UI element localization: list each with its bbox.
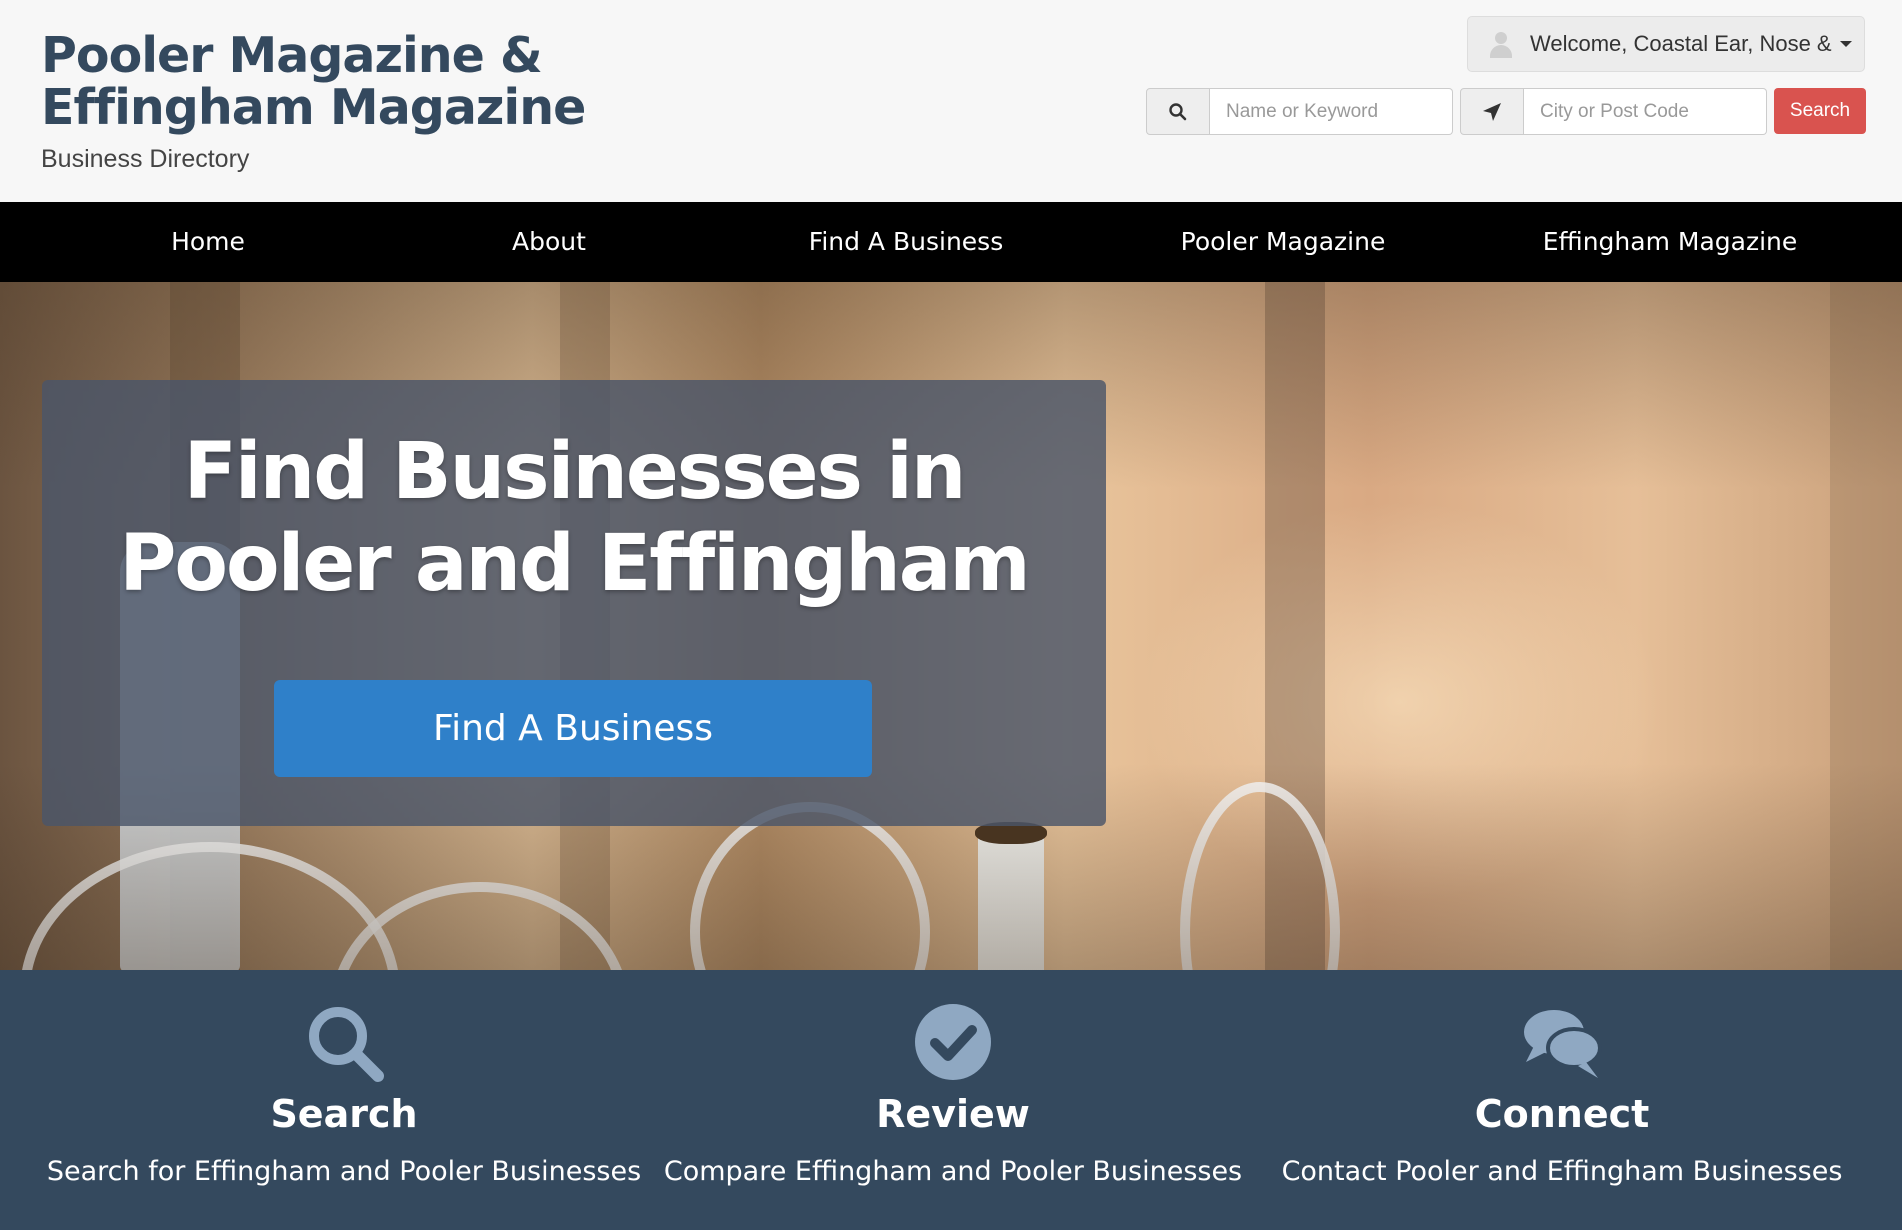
feature-title: Review: [876, 1092, 1030, 1136]
search-icon: [309, 1007, 384, 1082]
user-menu-dropdown[interactable]: Welcome, Coastal Ear, Nose &: [1467, 16, 1865, 72]
site-header: Pooler Magazine & Effingham Magazine Bus…: [0, 0, 1902, 202]
chat-bubbles-icon: [1524, 1010, 1602, 1078]
search-button[interactable]: Search: [1774, 88, 1866, 134]
feature-description: Compare Effingham and Pooler Businesses: [663, 1156, 1243, 1187]
site-title[interactable]: Pooler Magazine & Effingham Magazine: [41, 30, 801, 134]
find-a-business-button[interactable]: Find A Business: [274, 680, 872, 777]
feature-title: Search: [270, 1092, 418, 1136]
feature-description: Search for Effingham and Pooler Business…: [46, 1156, 642, 1187]
feature-description: Contact Pooler and Effingham Businesses: [1281, 1156, 1843, 1187]
hero-banner: Find Businesses in Pooler and Effingham …: [0, 282, 1902, 970]
welcome-text: Welcome, Coastal Ear, Nose &: [1530, 31, 1832, 56]
keyword-input[interactable]: [1210, 88, 1453, 135]
feature-connect: Connect Contact Pooler and Effingham Bus…: [1245, 970, 1879, 1230]
nav-item-home[interactable]: Home: [108, 202, 308, 282]
hero-callout: Find Businesses in Pooler and Effingham …: [42, 380, 1106, 826]
features-section: Search Search for Effingham and Pooler B…: [0, 970, 1902, 1230]
chevron-down-icon: [1839, 41, 1852, 47]
search-icon: [1146, 88, 1210, 135]
location-input[interactable]: [1524, 88, 1767, 135]
feature-search: Search Search for Effingham and Pooler B…: [27, 970, 661, 1230]
nav-item-about[interactable]: About: [449, 202, 649, 282]
main-nav: Home About Find A Business Pooler Magazi…: [0, 202, 1902, 282]
user-avatar-icon: [1488, 30, 1514, 58]
nav-item-pooler-magazine[interactable]: Pooler Magazine: [1143, 202, 1423, 282]
hero-title: Find Businesses in Pooler and Effingham: [119, 427, 1030, 609]
feature-review: Review Compare Effingham and Pooler Busi…: [636, 970, 1270, 1230]
nav-item-find-a-business[interactable]: Find A Business: [766, 202, 1046, 282]
nav-item-effingham-magazine[interactable]: Effingham Magazine: [1525, 202, 1815, 282]
location-arrow-icon[interactable]: [1460, 88, 1524, 135]
site-subtitle: Business Directory: [41, 145, 250, 173]
feature-title: Connect: [1474, 1092, 1650, 1136]
check-circle-icon: [915, 1004, 991, 1080]
